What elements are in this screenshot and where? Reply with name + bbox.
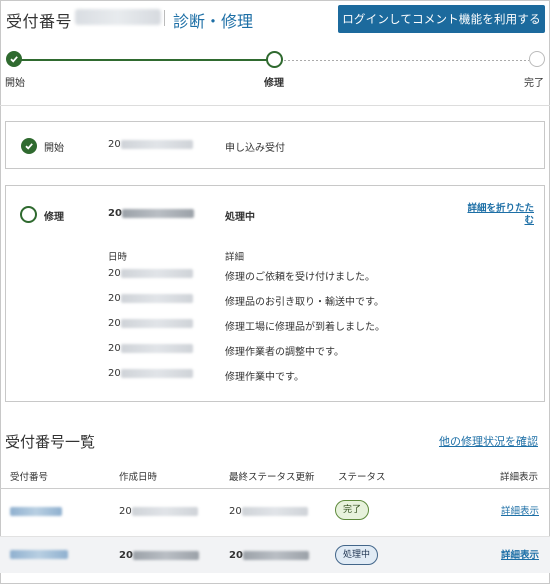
row-created: 20 <box>119 506 198 517</box>
row-number-link[interactable] <box>10 550 68 562</box>
col-header-detail: 詳細表示 <box>499 472 538 483</box>
step-label-start: 開始 <box>5 78 25 89</box>
check-other-repairs-link[interactable]: 他の修理状況を確認 <box>439 433 538 449</box>
history-detail: 修理作業者の調整中です。 <box>225 347 344 358</box>
row-created: 20 <box>119 550 199 561</box>
status-card-repair: 修理 20 処理中 詳細を折りたたむ 日時 詳細 20 修理のご依頼を受け付けま… <box>5 185 545 402</box>
row-detail-link[interactable]: 詳細表示 <box>501 506 539 518</box>
history-date: 20 <box>108 318 193 329</box>
login-comment-button[interactable]: ログインしてコメント機能を利用する <box>338 5 545 33</box>
table-header-line <box>0 488 550 489</box>
reception-number-redacted <box>75 9 161 25</box>
col-header-number: 受付番号 <box>10 472 49 483</box>
current-step-ring-icon <box>20 206 37 223</box>
progress-line-pending <box>284 59 529 61</box>
history-detail: 修理工場に修理品が到着しました。 <box>225 322 385 333</box>
table-row: 20 20 処理中 詳細表示 <box>0 537 550 573</box>
history-date: 20 <box>108 343 193 354</box>
col-header-created: 作成日時 <box>119 472 158 483</box>
row-updated: 20 <box>229 506 308 517</box>
card-repair-status: 処理中 <box>225 212 255 223</box>
history-date: 20 <box>108 268 193 279</box>
section-divider <box>0 105 550 106</box>
history-date: 20 <box>108 293 193 304</box>
status-card-start: 開始 20 申し込み受付 <box>5 121 545 169</box>
card-repair-step: 修理 <box>44 212 64 223</box>
step-start-check-icon <box>6 51 22 67</box>
row-number-link[interactable] <box>10 507 62 519</box>
progress-line-completed <box>21 59 267 61</box>
card-repair-date: 20 <box>108 208 194 219</box>
col-header-updated: 最終ステータス更新 <box>229 472 315 483</box>
history-detail: 修理のご依頼を受け付けました。 <box>225 272 375 283</box>
history-col-date: 日時 <box>108 252 128 263</box>
step-repair-current-icon <box>266 51 283 68</box>
list-title: 受付番号一覧 <box>5 433 96 451</box>
status-badge: 処理中 <box>335 545 379 565</box>
header-separator <box>164 10 165 26</box>
history-detail: 修理品のお引き取り・輸送中です。 <box>225 297 384 308</box>
step-label-repair: 修理 <box>264 78 284 89</box>
page-title: 受付番号 <box>6 12 73 31</box>
history-detail: 修理作業中です。 <box>225 372 304 383</box>
card-start-step: 開始 <box>44 143 64 154</box>
col-header-status: ステータス <box>338 472 386 483</box>
row-updated: 20 <box>229 550 309 561</box>
step-complete-pending-icon <box>529 51 545 67</box>
card-start-date: 20 <box>108 139 193 150</box>
card-start-detail: 申し込み受付 <box>225 143 285 154</box>
step-label-complete: 完了 <box>524 78 544 89</box>
row-detail-link[interactable]: 詳細表示 <box>501 550 539 562</box>
check-icon <box>21 138 37 154</box>
service-title: 診断・修理 <box>173 12 254 31</box>
history-col-detail: 詳細 <box>225 252 245 263</box>
collapse-details-link[interactable]: 詳細を折りたたむ <box>461 203 534 227</box>
status-badge: 完了 <box>335 500 370 520</box>
history-date: 20 <box>108 368 193 379</box>
